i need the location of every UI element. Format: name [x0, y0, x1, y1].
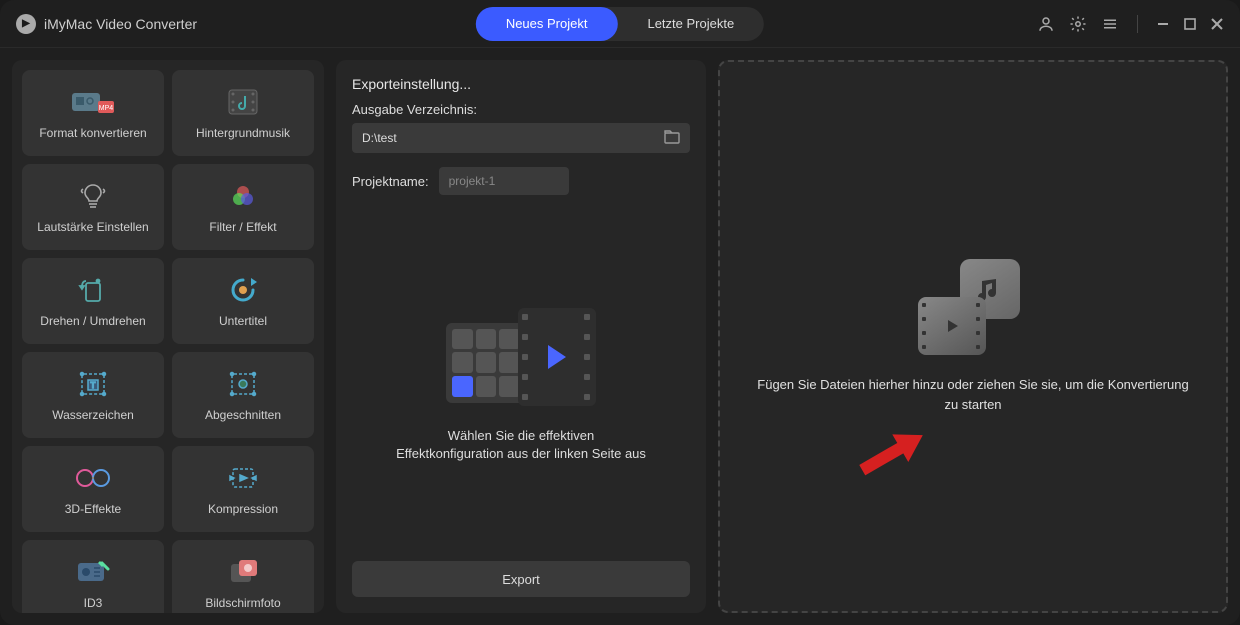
- titlebar: ▶ iMyMac Video Converter Neues Projekt L…: [0, 0, 1240, 48]
- filter-effect-icon: [228, 180, 258, 212]
- tab-recent-projects[interactable]: Letzte Projekte: [617, 7, 764, 41]
- watermark-icon: T: [78, 368, 108, 400]
- annotation-arrow-icon: [852, 418, 938, 496]
- titlebar-controls: [1037, 15, 1224, 33]
- rotate-flip-icon: [78, 274, 108, 306]
- drop-illustration: [918, 259, 1028, 355]
- account-icon[interactable]: [1037, 15, 1055, 33]
- tool-label: Format konvertieren: [39, 126, 146, 140]
- tool-filter-effect[interactable]: Filter / Effekt: [172, 164, 314, 250]
- background-music-icon: [225, 86, 261, 118]
- export-settings-heading: Exporteinstellung...: [352, 76, 690, 92]
- project-name-input[interactable]: projekt-1: [439, 167, 569, 195]
- format-convert-icon: MP4: [70, 86, 116, 118]
- project-tabs: Neues Projekt Letzte Projekte: [476, 7, 764, 41]
- maximize-icon[interactable]: [1184, 18, 1196, 30]
- tool-label: Drehen / Umdrehen: [40, 314, 145, 328]
- tool-sidebar: MP4 Format konvertieren Hintergrundmusik…: [12, 60, 324, 613]
- preview-illustration: [446, 303, 596, 413]
- tool-volume[interactable]: Lautstärke Einstellen: [22, 164, 164, 250]
- 3d-effects-icon: [75, 462, 111, 494]
- tool-label: Bildschirmfoto: [205, 596, 280, 610]
- volume-icon: [78, 180, 108, 212]
- tool-3d-effects[interactable]: 3D-Effekte: [22, 446, 164, 532]
- drop-zone-text: Fügen Sie Dateien hierher hinzu oder zie…: [750, 375, 1196, 414]
- tool-screenshot[interactable]: Bildschirmfoto: [172, 540, 314, 613]
- main-content: MP4 Format konvertieren Hintergrundmusik…: [0, 48, 1240, 625]
- export-button-label: Export: [502, 572, 540, 587]
- video-file-icon: [918, 297, 986, 355]
- effect-preview-area: Wählen Sie die effektiven Effektkonfigur…: [352, 215, 690, 551]
- export-settings-panel: Exporteinstellung... Ausgabe Verzeichnis…: [336, 60, 706, 613]
- app-title-text: iMyMac Video Converter: [44, 16, 197, 32]
- tool-label: Hintergrundmusik: [196, 126, 290, 140]
- compression-icon: [227, 462, 259, 494]
- divider: [1137, 15, 1138, 33]
- file-drop-zone[interactable]: Fügen Sie Dateien hierher hinzu oder zie…: [718, 60, 1228, 613]
- tool-label: Filter / Effekt: [209, 220, 276, 234]
- app-title: ▶ iMyMac Video Converter: [16, 14, 197, 34]
- tool-label: Abgeschnitten: [205, 408, 281, 422]
- tool-watermark[interactable]: T Wasserzeichen: [22, 352, 164, 438]
- project-name-row: Projektname: projekt-1: [352, 167, 690, 195]
- tool-label: Kompression: [208, 502, 278, 516]
- tool-format-convert[interactable]: MP4 Format konvertieren: [22, 70, 164, 156]
- tool-label: 3D-Effekte: [65, 502, 121, 516]
- tool-id3[interactable]: ID3: [22, 540, 164, 613]
- tool-rotate-flip[interactable]: Drehen / Umdrehen: [22, 258, 164, 344]
- subtitle-icon: [227, 274, 259, 306]
- effect-grid-icon: [446, 323, 526, 403]
- app-logo-icon: ▶: [16, 14, 36, 34]
- tab-label: Letzte Projekte: [647, 16, 734, 31]
- tool-crop[interactable]: Abgeschnitten: [172, 352, 314, 438]
- tool-label: Untertitel: [219, 314, 267, 328]
- hint-line-1: Wählen Sie die effektiven: [396, 427, 646, 445]
- folder-browse-icon[interactable]: [664, 130, 680, 147]
- export-button[interactable]: Export: [352, 561, 690, 597]
- tool-label: ID3: [84, 596, 103, 610]
- tool-label: Lautstärke Einstellen: [37, 220, 148, 234]
- tool-label: Wasserzeichen: [52, 408, 134, 422]
- tool-background-music[interactable]: Hintergrundmusik: [172, 70, 314, 156]
- project-name-placeholder: projekt-1: [449, 174, 496, 188]
- screenshot-icon: [227, 556, 259, 588]
- app-window: ▶ iMyMac Video Converter Neues Projekt L…: [0, 0, 1240, 625]
- output-dir-label: Ausgabe Verzeichnis:: [352, 102, 690, 117]
- crop-icon: [228, 368, 258, 400]
- gear-icon[interactable]: [1069, 15, 1087, 33]
- id3-icon: [76, 556, 110, 588]
- close-icon[interactable]: [1210, 17, 1224, 31]
- svg-text:T: T: [91, 381, 96, 390]
- output-dir-value: D:\test: [362, 131, 397, 145]
- menu-icon[interactable]: [1101, 15, 1119, 33]
- tool-subtitle[interactable]: Untertitel: [172, 258, 314, 344]
- tool-compression[interactable]: Kompression: [172, 446, 314, 532]
- minimize-icon[interactable]: [1156, 17, 1170, 31]
- video-preview-icon: [518, 308, 596, 406]
- tab-label: Neues Projekt: [506, 16, 588, 31]
- effect-hint-text: Wählen Sie die effektiven Effektkonfigur…: [396, 427, 646, 463]
- hint-line-2: Effektkonfiguration aus der linken Seite…: [396, 445, 646, 463]
- tab-new-project[interactable]: Neues Projekt: [476, 7, 618, 41]
- svg-text:MP4: MP4: [99, 105, 114, 112]
- output-dir-field[interactable]: D:\test: [352, 123, 690, 153]
- project-name-label: Projektname:: [352, 174, 429, 189]
